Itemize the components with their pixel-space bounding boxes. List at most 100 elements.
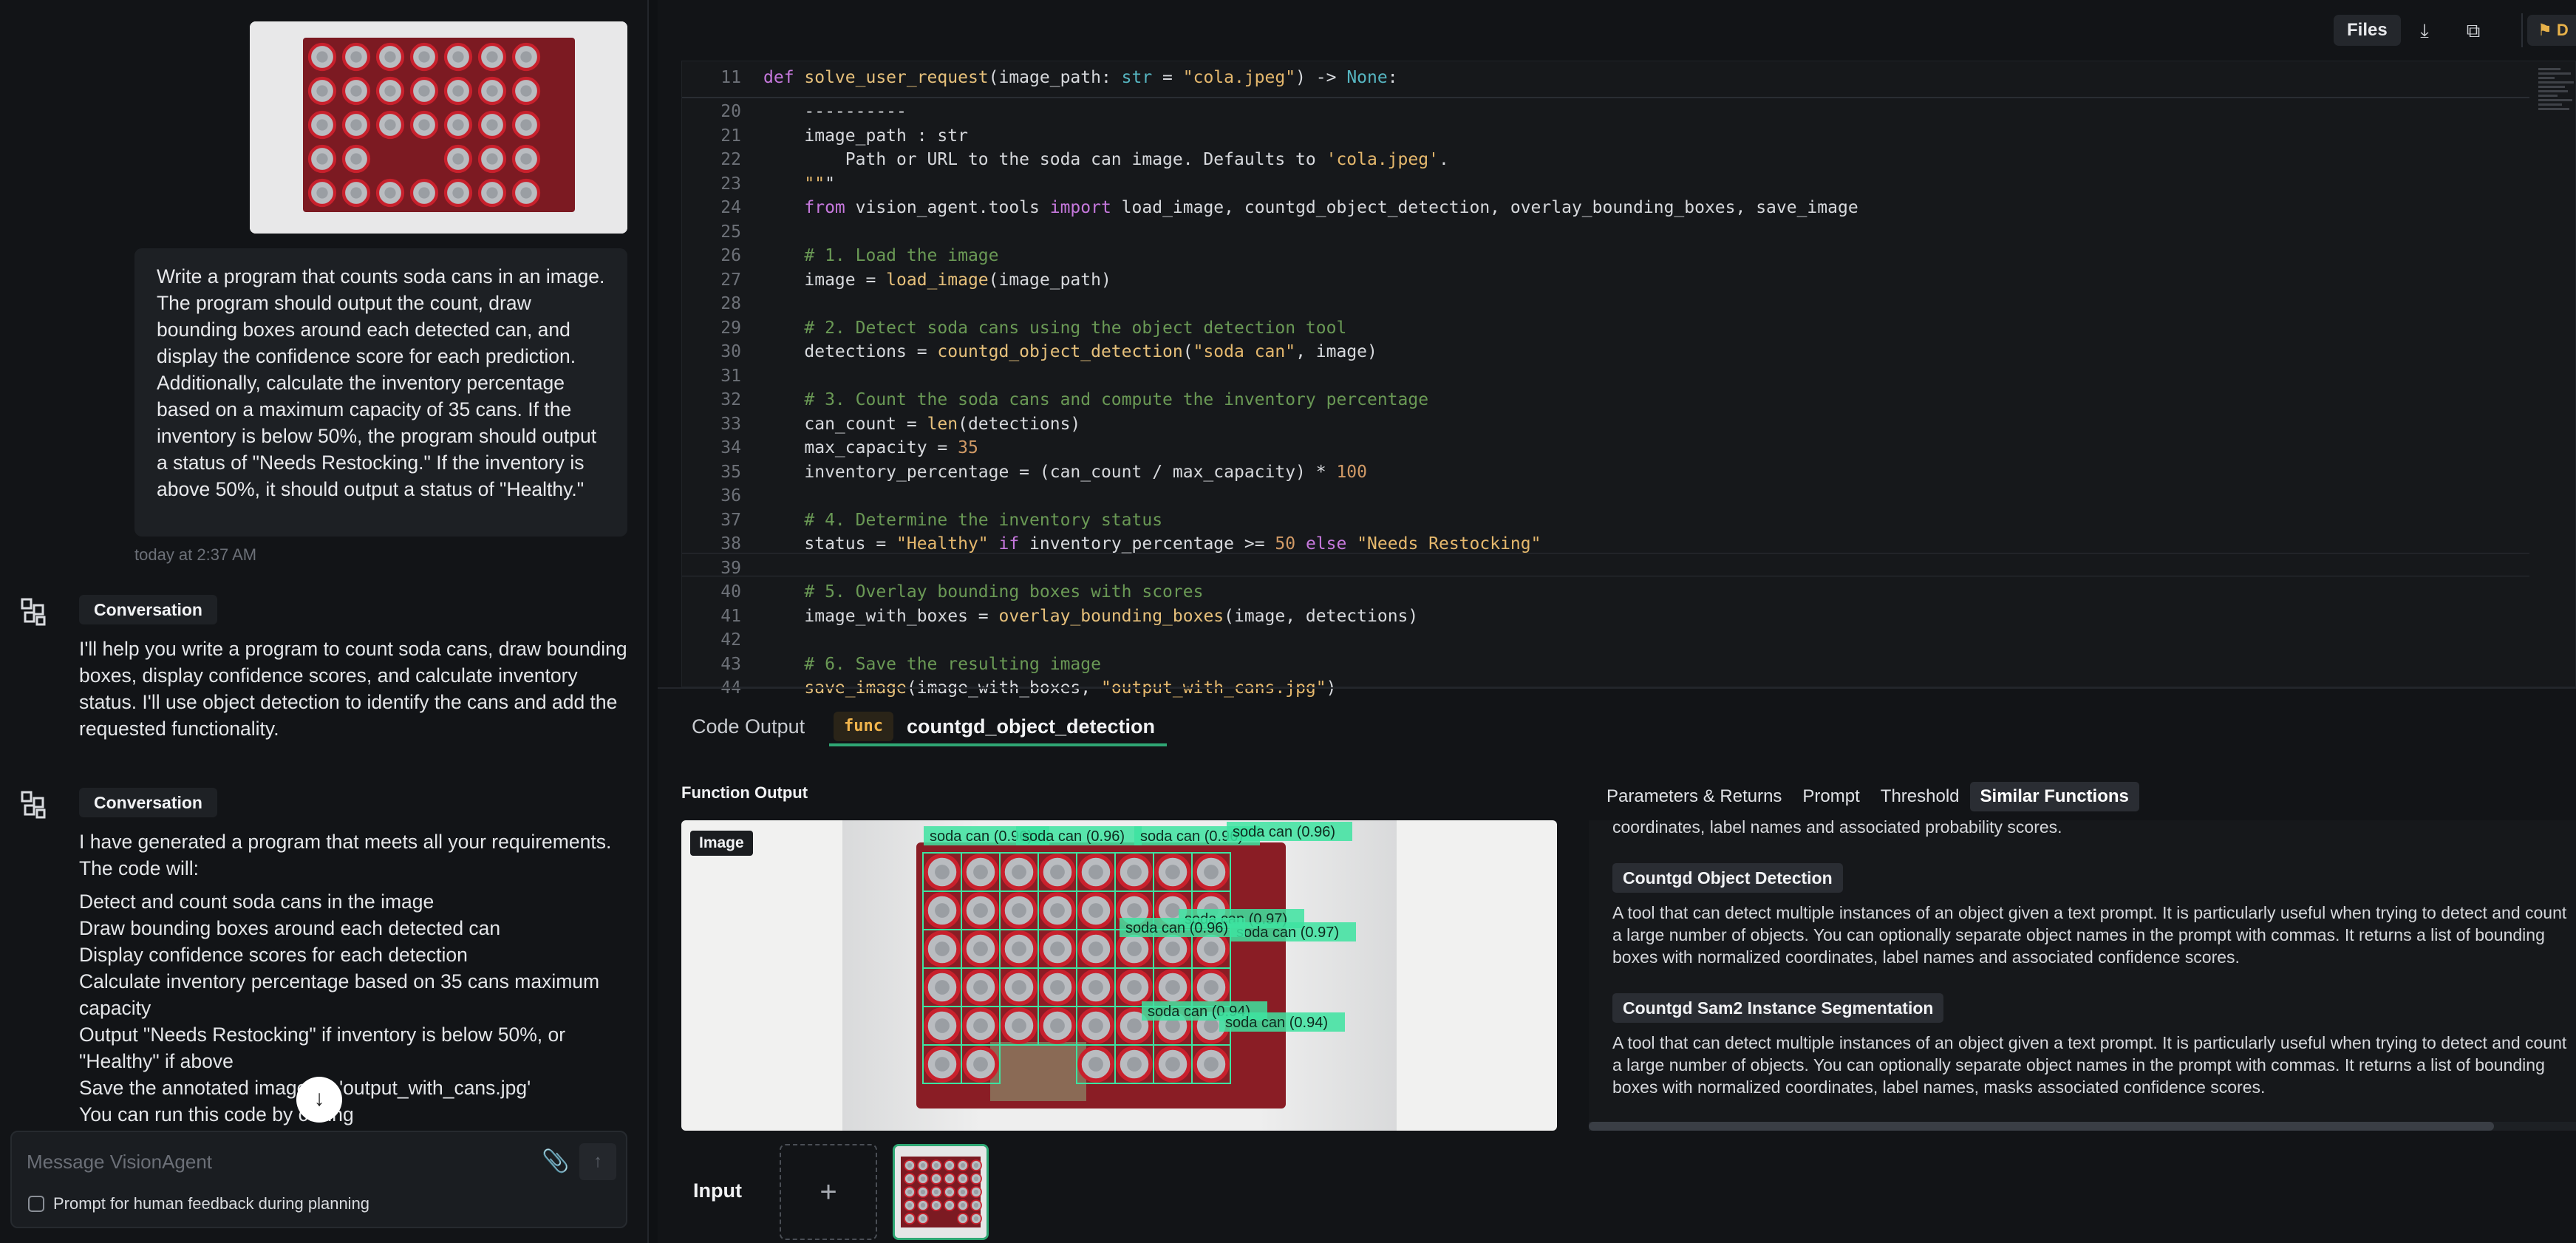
- code-line[interactable]: 42: [682, 628, 2529, 652]
- tab-parameters-returns[interactable]: Parameters & Returns: [1596, 782, 1792, 811]
- detection-label: soda can (0.96): [1016, 826, 1142, 845]
- similar-function-item[interactable]: Countgd Sam2 Instance Segmentation A too…: [1612, 993, 2573, 1098]
- code-line[interactable]: 38 status = "Healthy" if inventory_perce…: [682, 532, 2529, 556]
- add-input-button[interactable]: +: [780, 1144, 877, 1240]
- code-line[interactable]: 37 # 4. Determine the inventory status: [682, 508, 2529, 532]
- annotated-cans-photo: soda can (0.96) soda can (0.96) soda can (…: [916, 822, 1356, 1109]
- code-line[interactable]: 22 Path or URL to the soda can image. De…: [682, 148, 2529, 171]
- tab-threshold[interactable]: Threshold: [1870, 782, 1970, 811]
- image-label: Image: [690, 831, 753, 856]
- can-top: [520, 153, 532, 165]
- code-line[interactable]: 31: [682, 364, 2529, 388]
- can-top: [935, 1057, 950, 1072]
- can-top: [1088, 941, 1103, 956]
- code-line[interactable]: 28: [682, 292, 2529, 316]
- can-top: [947, 1176, 953, 1182]
- can-top: [520, 85, 532, 97]
- detection-label: soda can (0.94): [1219, 1012, 1345, 1032]
- code-line[interactable]: 36: [682, 484, 2529, 508]
- can-top: [960, 1202, 966, 1208]
- horizontal-scrollbar[interactable]: [1589, 1122, 2576, 1131]
- code-line[interactable]: 41 image_with_boxes = overlay_bounding_b…: [682, 605, 2529, 628]
- scrollbar-thumb[interactable]: [1589, 1122, 2494, 1131]
- deploy-button[interactable]: ⚑ D: [2527, 15, 2576, 46]
- can-top: [933, 1189, 939, 1195]
- input-image-thumbnail[interactable]: [893, 1144, 989, 1240]
- can-top: [935, 941, 950, 956]
- code-line[interactable]: 29 # 2. Detect soda cans using the objec…: [682, 316, 2529, 340]
- output-tabs: Code Output func countgd_object_detectio…: [658, 687, 2576, 758]
- code-line[interactable]: 34 max_capacity = 35: [682, 436, 2529, 460]
- code-line[interactable]: 23 """: [682, 172, 2529, 196]
- can-top: [1088, 903, 1103, 918]
- input-row: Input +: [658, 1138, 1574, 1243]
- code-line[interactable]: 20 ----------: [682, 100, 2529, 123]
- send-button[interactable]: ↑: [579, 1143, 616, 1180]
- can-top: [418, 119, 430, 131]
- code-line[interactable]: 24 from vision_agent.tools import load_i…: [682, 196, 2529, 219]
- can-top: [486, 187, 498, 199]
- can-top: [973, 1162, 979, 1168]
- line-number: 32: [720, 390, 741, 409]
- line-number: 25: [720, 222, 741, 242]
- can-top: [973, 1189, 979, 1195]
- tab-similar-functions[interactable]: Similar Functions: [1969, 782, 2139, 811]
- can-top: [907, 1189, 913, 1195]
- can-top: [350, 153, 362, 165]
- message-text: I'll help you write a program to count s…: [79, 638, 627, 740]
- code-line[interactable]: 32 # 3. Count the soda cans and compute …: [682, 388, 2529, 412]
- can-top: [935, 903, 950, 918]
- line-number: 35: [720, 462, 741, 482]
- copy-button[interactable]: ⧉: [2458, 15, 2489, 46]
- code-line[interactable]: 30 detections = countgd_object_detection…: [682, 340, 2529, 364]
- human-feedback-toggle[interactable]: Prompt for human feedback during plannin…: [28, 1194, 369, 1213]
- message-input[interactable]: [27, 1145, 529, 1178]
- can-top: [1204, 1018, 1219, 1033]
- can-top: [907, 1176, 913, 1182]
- code-line[interactable]: 27 image = load_image(image_path): [682, 268, 2529, 292]
- code-line[interactable]: 39: [682, 556, 2529, 580]
- list-item: Detect and count soda cans in the image: [79, 890, 435, 913]
- code-line[interactable]: 43 # 6. Save the resulting image: [682, 653, 2529, 676]
- can-top: [350, 119, 362, 131]
- code-line[interactable]: 35 inventory_percentage = (can_count / m…: [682, 460, 2529, 484]
- can-top: [1012, 865, 1026, 879]
- can-top: [486, 51, 498, 63]
- can-top: [1204, 980, 1219, 995]
- download-button[interactable]: ⤓: [2409, 15, 2440, 46]
- attach-button[interactable]: 📎: [541, 1147, 570, 1176]
- code-line[interactable]: 33 can_count = len(detections): [682, 412, 2529, 436]
- line-number: 33: [720, 414, 741, 434]
- editor-minimap[interactable]: [2535, 66, 2576, 154]
- can-top: [1127, 980, 1142, 995]
- can-top: [1088, 865, 1103, 879]
- assistant-message: Conversation I'll help you write a progr…: [18, 595, 638, 743]
- code-line[interactable]: 40 # 5. Overlay bounding boxes with scor…: [682, 580, 2529, 604]
- tab-code-output[interactable]: Code Output: [692, 715, 805, 738]
- similar-function-name[interactable]: Countgd Sam2 Instance Segmentation: [1612, 993, 1944, 1023]
- code-text: can_count = len(detections): [763, 414, 1081, 434]
- can-top: [973, 980, 988, 995]
- detection-label-text: soda can (0.96): [1022, 828, 1125, 845]
- output-image[interactable]: soda can (0.96) soda can (0.96) soda can (…: [842, 820, 1397, 1131]
- tab-prompt[interactable]: Prompt: [1792, 782, 1870, 811]
- can-top: [452, 85, 464, 97]
- similar-function-name[interactable]: Countgd Object Detection: [1612, 863, 1843, 893]
- scroll-to-bottom-button[interactable]: ↓: [296, 1077, 342, 1123]
- tab-function[interactable]: func countgd_object_detection: [829, 709, 1168, 746]
- code-line[interactable]: 26 # 1. Load the image: [682, 244, 2529, 268]
- code-line[interactable]: 25: [682, 220, 2529, 244]
- code-editor[interactable]: 11 def solve_user_request(image_path: str…: [681, 61, 2576, 698]
- can-top: [907, 1216, 913, 1222]
- can-top: [933, 1176, 939, 1182]
- can-top: [350, 85, 362, 97]
- code-line[interactable]: 21 image_path : str: [682, 124, 2529, 148]
- files-button[interactable]: Files: [2334, 15, 2401, 46]
- message-text: I have generated a program that meets al…: [79, 831, 612, 879]
- uploaded-image-thumbnail[interactable]: [250, 21, 627, 234]
- can-top: [452, 187, 464, 199]
- can-top: [1088, 1057, 1103, 1072]
- message-composer: 📎 ↑ Prompt for human feedback during pla…: [10, 1131, 627, 1228]
- human-feedback-checkbox[interactable]: [28, 1196, 44, 1212]
- similar-function-item[interactable]: Countgd Object Detection A tool that can…: [1612, 863, 2573, 968]
